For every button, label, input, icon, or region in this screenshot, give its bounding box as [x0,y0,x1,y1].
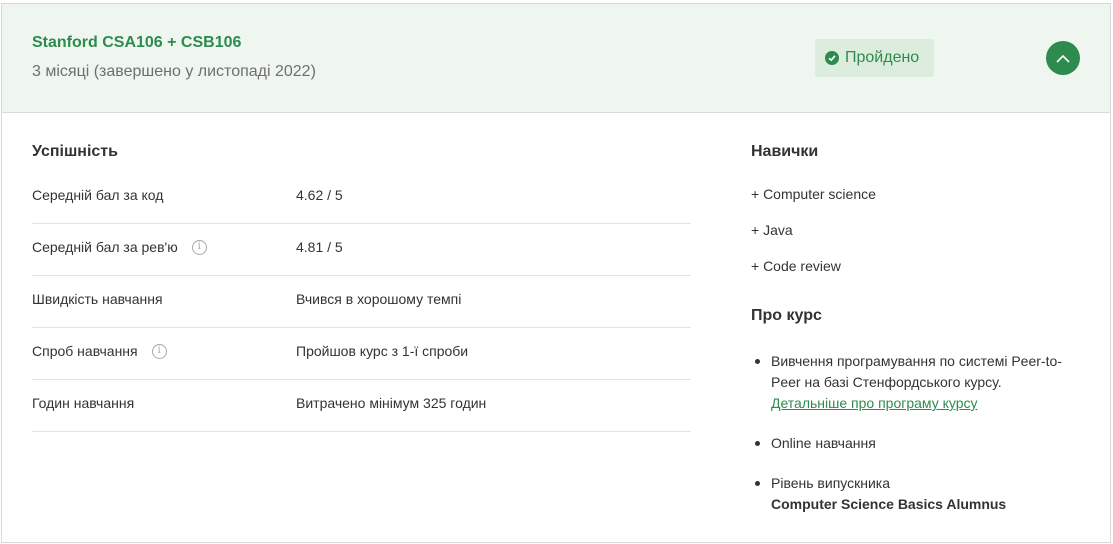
course-title: Stanford CSA106 + CSB106 [32,34,242,51]
table-row: Середній бал за код 4.62 / 5 [32,172,691,224]
graduate-level: Computer Science Basics Alumnus [771,496,1007,512]
course-duration: 3 місяці (завершено у листопаді 2022) [32,63,316,80]
list-item: Вивчення програмування по системі Peer-t… [753,351,1083,414]
skill-item: + Java [751,222,793,238]
stat-value: Вчився в хорошому темпі [296,291,462,307]
table-row: Спроб навчання i Пройшов курс з 1-ї спроб… [32,328,691,380]
course-card: Stanford CSA106 + CSB106 3 місяці (завер… [1,3,1111,543]
graduate-label: Рівень випускника [771,475,891,491]
list-item: Рівень випускника Computer Science Basic… [753,473,1083,515]
table-row: Середній бал за рев'ю i 4.81 / 5 [32,224,691,276]
performance-title: Успішність [32,143,118,160]
skills-title: Навички [751,143,819,160]
course-card-header[interactable]: Stanford CSA106 + CSB106 3 місяці (завер… [2,4,1110,113]
about-title: Про курс [751,307,822,324]
stat-label: Швидкість навчання [32,291,163,307]
stat-value: Пройшов курс з 1-ї спроби [296,343,469,359]
list-item: Online навчання [753,433,1083,454]
performance-table: Середній бал за код 4.62 / 5 Середній ба… [32,172,691,432]
check-circle-icon [825,51,839,65]
chevron-up-icon [1056,54,1070,63]
learning-mode: Online навчання [771,435,876,451]
status-label: Пройдено [845,49,920,66]
stat-value: Витрачено мінімум 325 годин [296,395,487,411]
about-list: Вивчення програмування по системі Peer-t… [753,351,1083,534]
skills-list: + Computer science + Java + Code review [751,186,876,294]
table-row: Годин навчання Витрачено мінімум 325 год… [32,380,691,432]
status-badge: Пройдено [815,39,934,77]
stat-label: Середній бал за рев'ю [32,239,178,255]
stat-label: Годин навчання [32,395,135,411]
stat-label: Спроб навчання [32,343,138,359]
info-icon[interactable]: i [151,343,167,359]
info-icon[interactable]: i [191,239,207,255]
about-description: Вивчення програмування по системі Peer-t… [771,353,1062,390]
stat-value: 4.81 / 5 [296,239,343,255]
stat-value: 4.62 / 5 [296,187,343,203]
collapse-button[interactable] [1046,41,1080,75]
course-program-link[interactable]: Детальніше про програму курсу [771,395,978,411]
skill-item: + Code review [751,258,841,274]
table-row: Швидкість навчання Вчився в хорошому тем… [32,276,691,328]
stat-label: Середній бал за код [32,187,164,203]
skill-item: + Computer science [751,186,876,202]
